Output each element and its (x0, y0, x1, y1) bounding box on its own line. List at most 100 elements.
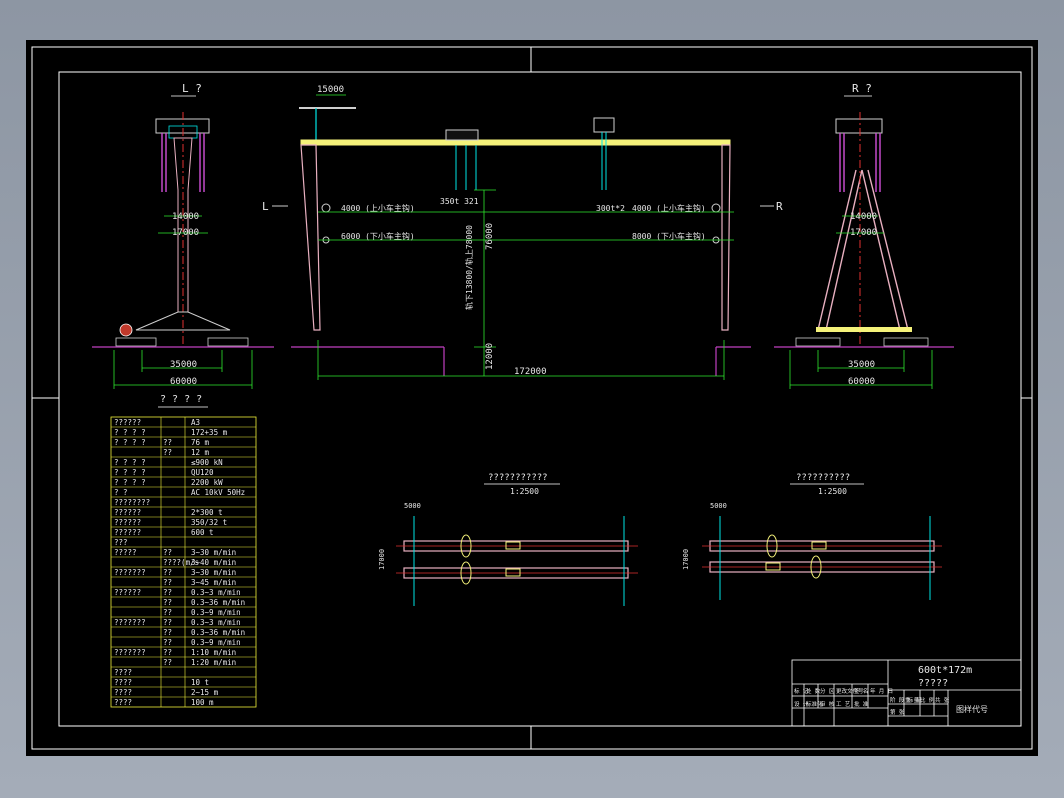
left-side-view: L ? 14000 17000 35000 60000 (92, 82, 274, 389)
title-line1: 600t*172m (918, 665, 972, 676)
plan-left-dim-side: 17000 (378, 549, 386, 570)
param-label: ???? (114, 698, 132, 707)
title-block-cell: 共 张 (935, 696, 950, 704)
left-gantry-leg (300, 144, 321, 331)
left-dim-base: 60000 (170, 377, 197, 387)
param-label: ? ? ? ? (114, 478, 146, 487)
right-dim-track: 35000 (848, 360, 875, 370)
plan-right-dim-side: 17000 (682, 549, 690, 570)
right-dim-outer: 17000 (850, 228, 877, 238)
param-value: 3~40 m/min (191, 558, 236, 567)
param-rows: ?????? A3 ? ? ? ? 172+35 m ? ? ? ??? 76 m?? 12… (110, 416, 257, 708)
jib-dimension: 15000 (317, 85, 344, 95)
param-value: 10 t (191, 678, 209, 687)
param-value: 2*300 t (191, 508, 223, 517)
param-value: ≤900 kN (191, 458, 223, 467)
param-label: ??????? (114, 568, 146, 577)
span-dimension: 172000 (514, 367, 547, 377)
param-value: 3~30 m/min (191, 568, 236, 577)
param-unit: ?? (163, 588, 172, 597)
plan-left-dim-top: 5000 (404, 502, 421, 510)
param-value: 100 m (191, 698, 214, 707)
plan-view-right: ?????????? 1:2500 5000 17000 (682, 473, 942, 600)
param-value: 350/32 t (191, 518, 227, 527)
vertical-note: 轨下13800/轨上78000 (464, 225, 474, 310)
param-unit: ?? (163, 658, 172, 667)
param-unit: ?? (163, 438, 172, 447)
main-girder (300, 139, 731, 146)
left-dim-inner: 14000 (172, 212, 199, 222)
param-label: ? ? ? ? (114, 428, 146, 437)
param-label: ???? (114, 678, 132, 687)
param-value: 2200 kW (191, 478, 223, 487)
left-section-marker: L (262, 200, 269, 213)
param-value: QU120 (191, 468, 214, 477)
title-block-cell: 比 例 (920, 696, 935, 704)
param-value: 76 m (191, 438, 210, 447)
plan-right-scale: 1:2500 (818, 487, 847, 496)
title-block-cell: 批 准 (854, 700, 869, 708)
right-view-title: R ? (852, 82, 872, 95)
param-value: 600 t (191, 528, 214, 537)
param-value: 3~45 m/min (191, 578, 236, 587)
param-unit: ?? (163, 568, 172, 577)
left-dim-track: 35000 (170, 360, 197, 370)
param-unit: ?? (163, 608, 172, 617)
param-unit: ?? (163, 548, 172, 557)
param-label: ??????? (114, 648, 146, 657)
param-label: ? ? (114, 488, 128, 497)
right-section-marker: R (776, 200, 783, 213)
upper-left-hook-label: 4000 (上小车主钩) (341, 203, 415, 213)
param-value: 1:20 m/min (191, 658, 236, 667)
param-label: ??? (114, 538, 128, 547)
param-label: ?????? (114, 518, 141, 527)
right-side-view: R ? 14000 17000 35000 60000 (774, 82, 954, 389)
param-label: ?????? (114, 528, 141, 537)
title-block-cell: 年 月 日 (870, 687, 893, 695)
trolley-left-label: 350t 321 (440, 197, 479, 206)
param-value: 0.3~9 m/min (191, 638, 241, 647)
param-value: 172+35 m (191, 428, 228, 437)
param-label: ?????? (114, 418, 141, 427)
param-unit: ?? (163, 618, 172, 627)
title-block-cell: 第 张 (890, 708, 905, 716)
under-dimension: 12000 (485, 343, 495, 370)
title-block-cell: 审 核 (820, 700, 835, 708)
front-elevation: 15000 172000 76000 12000 轨下13800/轨上78000… (262, 85, 783, 380)
param-value: A3 (191, 418, 200, 427)
param-value: 0.3~3 m/min (191, 588, 241, 597)
param-value: 12 m (191, 448, 210, 457)
param-label: ???? (114, 688, 132, 697)
plan-right-title: ?????????? (796, 473, 850, 483)
param-value: AC 10kV 50Hz (191, 488, 245, 497)
param-unit: ?? (163, 578, 172, 587)
param-label: ???? (114, 668, 132, 677)
title-block-cell: 分 区 (820, 687, 835, 695)
lower-trolley (593, 117, 615, 133)
lower-left-hook-label: 6000 (下小车主钩) (341, 231, 415, 241)
param-label: ? ? ? ? (114, 438, 146, 447)
param-value: 1:10 m/min (191, 648, 236, 657)
param-unit: ?? (163, 598, 172, 607)
plan-left-scale: 1:2500 (510, 487, 539, 496)
param-unit: ?? (163, 628, 172, 637)
drawing-sheet: L ? 14000 17000 35000 60000 15000 172000… (31, 46, 1033, 750)
param-value: 0.3~3 m/min (191, 618, 241, 627)
plan-left-title: ??????????? (488, 473, 548, 483)
param-label: ? ? ? ? (114, 458, 146, 467)
left-dim-outer: 17000 (172, 228, 199, 238)
height-dimension: 76000 (485, 223, 495, 250)
drawing-code-label: 图样代号 (956, 704, 988, 714)
right-base-beam (816, 327, 912, 332)
param-unit: ?? (163, 648, 172, 657)
param-value: 0.3~36 m/min (191, 628, 245, 637)
lower-right-hook-label: 8000 (下小车主钩) (632, 231, 706, 241)
upper-trolley (445, 129, 479, 141)
right-dim-base: 60000 (848, 377, 875, 387)
param-label: ???????? (114, 498, 150, 507)
upper-right-hook-label: 4000 (上小车主钩) (632, 203, 706, 213)
title-line2: ????? (918, 678, 948, 689)
table-title: ? ? ? ? (160, 394, 202, 405)
title-block-cells: 标 记处 数分 区更改文件号签 名年 月 日设 计标准化审 核工 艺批 准阶 段… (794, 687, 950, 716)
param-value: 3~30 m/min (191, 548, 236, 557)
